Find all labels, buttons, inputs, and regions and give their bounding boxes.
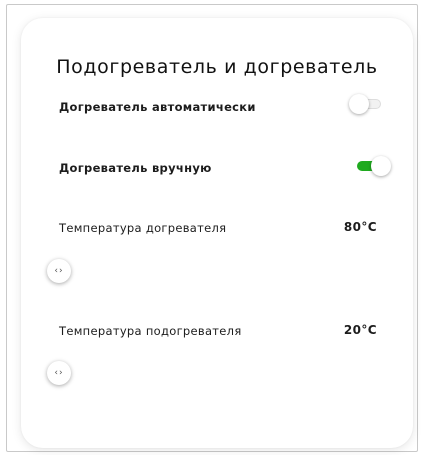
auto-preheater-label: Догреватель автоматически [59,100,256,114]
heater-temperature-slider[interactable]: ‹› [47,361,387,385]
manual-preheater-toggle[interactable] [355,156,391,176]
slider-thumb-icon[interactable]: ‹› [47,361,71,385]
slider-rail [47,372,387,374]
manual-preheater-label: Догреватель вручную [59,161,212,175]
slider-rail [47,270,387,272]
toggle-knob [371,156,391,176]
heater-temperature-label: Температура подогревателя [59,324,242,338]
heater-temperature-value: 20°C [343,323,377,337]
preheater-temperature-label: Температура догревателя [59,221,227,235]
preheater-temperature-value: 80°C [343,220,377,234]
auto-preheater-toggle[interactable] [349,94,385,114]
preheater-temperature-slider[interactable]: ‹› [47,259,387,283]
heater-settings-card: Подогреватель и догреватель Догреватель … [21,18,413,448]
toggle-knob [349,94,369,114]
panel-title: Подогреватель и догреватель [56,56,378,78]
slider-thumb-icon[interactable]: ‹› [47,259,71,283]
